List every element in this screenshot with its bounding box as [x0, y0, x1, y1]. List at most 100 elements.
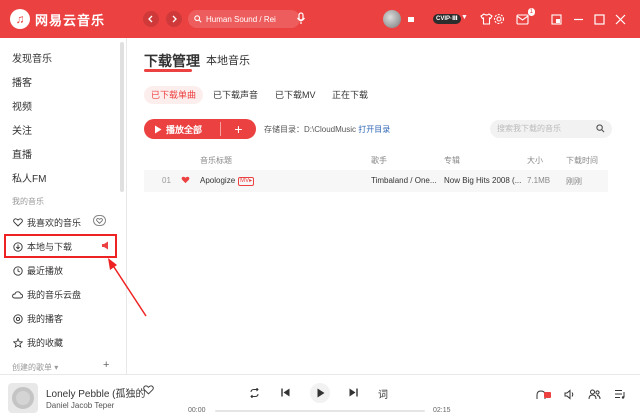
message-count-badge: 1 — [527, 8, 535, 16]
mail-icon[interactable]: 1 — [514, 8, 535, 27]
search-icon[interactable] — [596, 122, 605, 140]
sidebar-item-collect[interactable]: 我的收藏 — [12, 336, 63, 349]
time-total: 02:15 — [433, 407, 451, 414]
listen-together-icon[interactable] — [588, 389, 601, 403]
active-tab-indicator — [144, 69, 192, 72]
global-search-input[interactable]: Human Sound / Rei — [188, 10, 300, 28]
playlist-icon[interactable] — [614, 389, 626, 402]
column-header-download-time[interactable]: 下载时间 — [566, 155, 598, 166]
sidebar-item-label: 我的收藏 — [27, 338, 64, 348]
minimize-icon[interactable] — [570, 11, 586, 27]
highlight-box — [4, 234, 117, 258]
next-icon[interactable] — [349, 388, 358, 397]
local-search-placeholder: 搜索我下载的音乐 — [497, 124, 561, 133]
play-icon — [155, 125, 162, 133]
time-current: 00:00 — [188, 407, 206, 414]
player-bar: Lonely Pebble (孤独的 Daniel Jacob Teper 词 … — [0, 374, 640, 420]
now-playing-artist[interactable]: Daniel Jacob Teper — [46, 401, 114, 410]
play-all-label: 播放全部 — [166, 124, 203, 135]
heartbeat-mode-icon[interactable] — [93, 215, 106, 226]
table-row[interactable]: 01 Apologize MV▸ Timbaland / One... Now B… — [144, 170, 608, 192]
username[interactable] — [408, 17, 414, 22]
sidebar-item-label: 我的播客 — [27, 314, 64, 324]
main-content: 下载管理 本地音乐 已下载单曲 已下载声音 已下载MV 正在下载 播放全部 + … — [128, 38, 640, 374]
section-created-playlists[interactable]: 创建的歌单 ▾ — [12, 362, 58, 373]
play-all-button[interactable]: 播放全部 + — [144, 119, 256, 139]
app-name: 网易云音乐 — [35, 12, 106, 28]
open-directory-link[interactable]: 打开目录 — [358, 125, 390, 134]
now-playing-title[interactable]: Lonely Pebble (孤独的 — [46, 385, 146, 400]
gear-icon[interactable] — [491, 11, 507, 27]
progress-bar[interactable] — [215, 410, 425, 412]
row-index: 01 — [162, 176, 171, 185]
tab-local-music[interactable]: 本地音乐 — [206, 52, 250, 68]
tab-download-manager[interactable]: 下载管理 — [144, 51, 200, 71]
sidebar-item-my-podcast[interactable]: 我的播客 — [12, 312, 63, 325]
forward-button[interactable] — [166, 11, 182, 27]
sidebar-item-recent[interactable]: 最近播放 — [12, 264, 63, 277]
podcast-icon — [12, 313, 23, 324]
cloud-icon — [12, 289, 23, 300]
subtab-downloaded-mv[interactable]: 已下载MV — [268, 86, 323, 104]
sidebar: 发现音乐 播客 视频 关注 直播 私人FM 我的音乐 我喜欢的音乐 本地与下载 … — [0, 38, 127, 374]
sidebar-item-liked[interactable]: 我喜欢的音乐 — [12, 216, 81, 229]
lyrics-button[interactable]: 词 — [378, 386, 388, 401]
liked-heart-icon[interactable] — [181, 176, 190, 186]
volume-icon[interactable] — [564, 389, 575, 403]
microphone-icon[interactable] — [296, 12, 308, 26]
chevron-right-icon — [172, 15, 177, 23]
previous-icon[interactable] — [281, 388, 290, 397]
sidebar-item-label: 我的音乐云盘 — [27, 290, 82, 300]
row-album[interactable]: Now Big Hits 2008 (... — [444, 176, 524, 185]
subtab-downloaded-songs[interactable]: 已下载单曲 — [144, 86, 204, 104]
close-icon[interactable] — [612, 11, 628, 27]
sound-quality-icon[interactable] — [536, 389, 552, 404]
storage-directory: 存储目录：D:\CloudMusic 打开目录 — [264, 125, 391, 134]
sidebar-item-label: 最近播放 — [27, 266, 64, 276]
heart-icon — [12, 217, 23, 228]
sidebar-scrollbar[interactable] — [120, 42, 124, 192]
play-icon — [317, 388, 324, 398]
add-playlist-icon[interactable]: + — [103, 359, 109, 371]
app-logo[interactable]: ♫ 网易云音乐 — [10, 9, 105, 29]
mv-tag[interactable]: MV▸ — [238, 177, 255, 186]
album-cover[interactable] — [8, 383, 38, 413]
section-my-music: 我的音乐 — [12, 197, 44, 206]
sidebar-item-video[interactable]: 视频 — [12, 98, 32, 113]
column-header-title[interactable]: 音乐标题 — [200, 155, 232, 166]
repeat-icon[interactable] — [249, 388, 260, 398]
clock-icon — [12, 265, 23, 276]
local-search-input[interactable]: 搜索我下载的音乐 — [490, 120, 612, 138]
column-header-album[interactable]: 专辑 — [444, 155, 460, 166]
back-button[interactable] — [143, 11, 159, 27]
subtab-downloaded-sounds[interactable]: 已下载声音 — [206, 86, 265, 104]
subtab-downloading[interactable]: 正在下载 — [325, 86, 375, 104]
sidebar-item-label: 我喜欢的音乐 — [27, 218, 82, 228]
like-heart-icon[interactable] — [143, 385, 154, 398]
maximize-icon[interactable] — [591, 11, 607, 27]
netease-logo-icon: ♫ — [10, 9, 30, 29]
add-to-queue-icon[interactable]: + — [221, 120, 256, 138]
play-button[interactable] — [310, 383, 330, 403]
chevron-left-icon — [148, 15, 153, 23]
sidebar-item-follow[interactable]: 关注 — [12, 122, 32, 137]
mini-mode-icon[interactable] — [548, 11, 564, 27]
sidebar-item-live[interactable]: 直播 — [12, 146, 32, 161]
row-download-time: 刚刚 — [566, 177, 582, 186]
sidebar-item-podcast[interactable]: 播客 — [12, 74, 32, 89]
sidebar-item-fm[interactable]: 私人FM — [12, 170, 46, 185]
title-bar: ♫ 网易云音乐 Human Sound / Rei CVIP·Ⅲ ▼ 1 — [0, 0, 640, 38]
sidebar-item-cloud[interactable]: 我的音乐云盘 — [12, 288, 81, 301]
column-header-artist[interactable]: 歌手 — [371, 155, 387, 166]
column-header-size[interactable]: 大小 — [527, 155, 543, 166]
avatar[interactable] — [383, 10, 401, 28]
row-title[interactable]: Apologize MV▸ — [200, 176, 255, 186]
row-size: 7.1MB — [527, 176, 551, 185]
search-icon — [194, 15, 202, 23]
search-placeholder: Human Sound / Rei — [206, 14, 276, 24]
sidebar-item-discover[interactable]: 发现音乐 — [12, 50, 52, 65]
vip-badge[interactable]: CVIP·Ⅲ — [433, 14, 461, 24]
caret-down-icon[interactable]: ▼ — [461, 14, 468, 21]
star-icon — [12, 337, 23, 348]
row-artist[interactable]: Timbaland / One... — [371, 176, 441, 185]
